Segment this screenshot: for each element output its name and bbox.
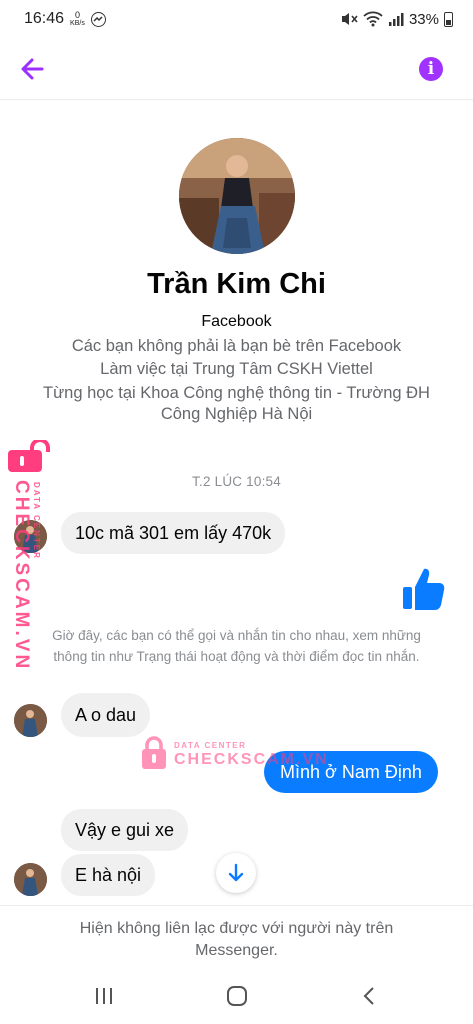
data-rate-unit: KB/s bbox=[70, 20, 85, 27]
contact-platform: Facebook bbox=[201, 313, 272, 330]
lock-icon bbox=[8, 440, 50, 472]
system-nav-bar bbox=[0, 968, 473, 1024]
arrow-down-icon bbox=[228, 863, 244, 882]
education-info-line1: Từng học tại Khoa Công nghệ thông tin - … bbox=[43, 384, 430, 402]
message-bubble-incoming[interactable]: 10c mã 301 em lấy 470k bbox=[61, 512, 286, 554]
watermark-side: CHECKSCAM.VN DATA CENTER bbox=[4, 440, 54, 671]
wifi-icon bbox=[363, 11, 383, 27]
watermark-label: DATA CENTER bbox=[174, 741, 247, 750]
education-info-line2: Công Nghiệp Hà Nội bbox=[160, 405, 313, 423]
battery-percent: 33% bbox=[408, 10, 439, 28]
message-bubble-incoming[interactable]: A o dau bbox=[61, 693, 151, 737]
unavailable-notice-line1: Hiện không liên lạc được với người này t… bbox=[79, 920, 394, 937]
info-button[interactable]: i bbox=[419, 57, 443, 81]
watermark-brand: CHECKSCAM.VN bbox=[11, 480, 32, 672]
signal-icon bbox=[388, 13, 404, 26]
sender-avatar bbox=[14, 704, 47, 737]
system-note: Giờ đây, các bạn có thể gọi và nhắn tin … bbox=[52, 628, 421, 664]
status-bar: 16:46 0 KB/s 33% bbox=[0, 0, 473, 38]
messenger-icon bbox=[90, 11, 106, 27]
arrow-left-icon bbox=[21, 58, 44, 80]
recent-apps-button[interactable] bbox=[90, 982, 118, 1010]
chat-header: i bbox=[0, 38, 473, 100]
message-bubble-incoming[interactable]: E hà nội bbox=[61, 854, 156, 896]
profile-photo bbox=[179, 138, 295, 254]
info-icon: i bbox=[427, 59, 435, 79]
work-info: Làm việc tại Trung Tâm CSKH Viettel bbox=[100, 360, 373, 378]
data-rate: 0 KB/s bbox=[70, 10, 85, 28]
like-message[interactable] bbox=[400, 565, 446, 613]
watermark-brand: CHECKSCAM.VN bbox=[174, 751, 329, 768]
mute-icon bbox=[341, 13, 358, 25]
sender-avatar bbox=[14, 863, 47, 896]
chevron-left-icon bbox=[363, 987, 374, 1005]
unavailable-notice-line2: Messenger. bbox=[195, 942, 278, 959]
message-timestamp: T.2 LÚC 10:54 bbox=[192, 474, 281, 489]
back-nav-button[interactable] bbox=[356, 982, 384, 1010]
home-button[interactable] bbox=[223, 982, 251, 1010]
thumbs-up-icon bbox=[403, 568, 445, 610]
unavailable-notice: Hiện không liên lạc được với người này t… bbox=[0, 905, 473, 963]
home-icon bbox=[227, 986, 247, 1006]
profile-avatar[interactable] bbox=[179, 138, 295, 254]
watermark-label: DATA CENTER bbox=[32, 482, 41, 560]
contact-name: Trần Kim Chi bbox=[147, 268, 326, 300]
lock-icon bbox=[142, 736, 166, 769]
battery-icon bbox=[444, 11, 453, 27]
data-rate-value: 0 bbox=[74, 10, 80, 20]
scroll-to-bottom-button[interactable] bbox=[216, 853, 256, 893]
back-button[interactable] bbox=[14, 54, 50, 84]
status-time: 16:46 bbox=[24, 10, 65, 27]
watermark-center: DATA CENTER CHECKSCAM.VN bbox=[140, 736, 327, 772]
friend-status: Các bạn không phải là bạn bè trên Facebo… bbox=[71, 337, 402, 355]
status-right: 33% bbox=[340, 11, 453, 28]
message-bubble-incoming[interactable]: Vậy e gui xe bbox=[61, 809, 189, 851]
recent-apps-icon bbox=[96, 988, 112, 1004]
